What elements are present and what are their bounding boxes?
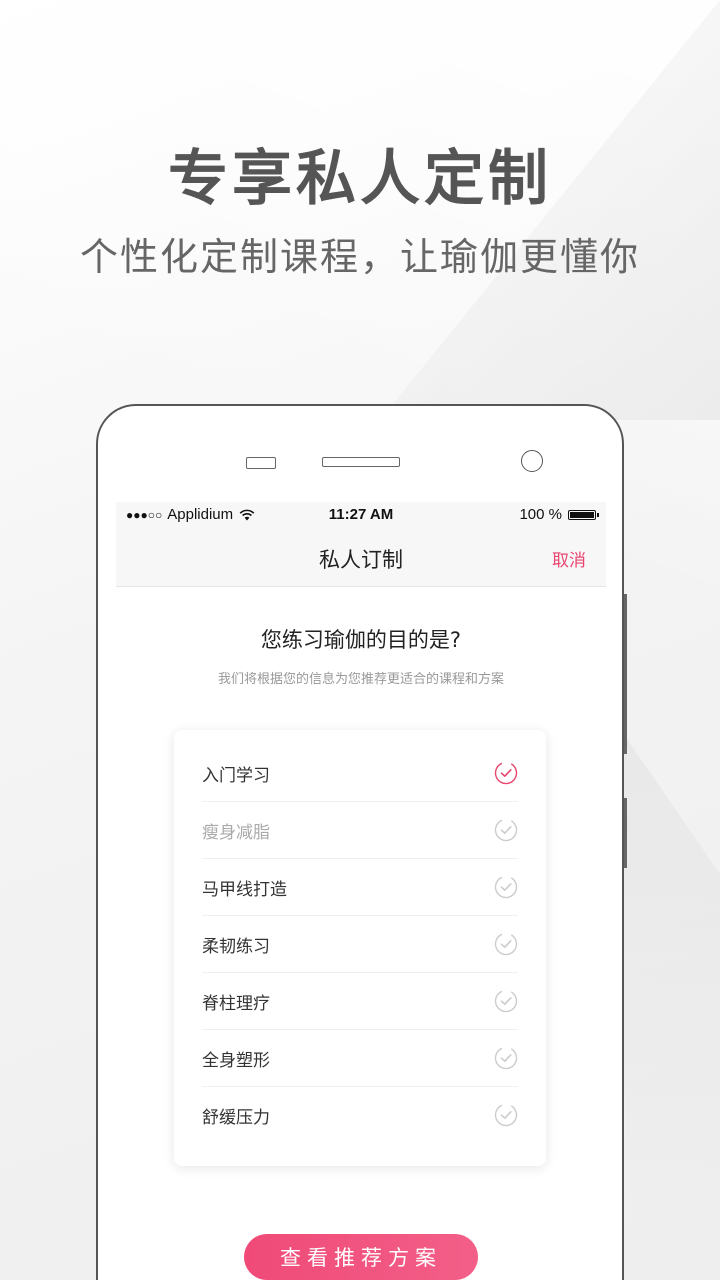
nav-title: 私人订制 [319, 548, 403, 572]
goal-option[interactable]: 瘦身减脂 [202, 801, 518, 859]
status-right: 100 % [519, 506, 599, 523]
promo-subtitle: 个性化定制课程，让瑜伽更懂你 [79, 235, 640, 279]
goal-option-label: 全身塑形 [202, 1051, 270, 1071]
status-bar: ●●●○○ Applidium 11:27 AM 100 % [116, 502, 606, 528]
goal-option[interactable]: 脊柱理疗 [202, 972, 518, 1030]
question-hint: 我们将根据您的信息为您推荐更适合的课程和方案 [217, 672, 504, 687]
phone-camera [521, 450, 543, 472]
battery-icon [568, 509, 599, 520]
phone-top-bezel [98, 406, 622, 502]
view-recommendation-button[interactable]: 查看推荐方案 [244, 1234, 478, 1280]
goal-option[interactable]: 马甲线打造 [202, 858, 518, 916]
check-circle-icon [494, 1046, 518, 1070]
cancel-button[interactable]: 取消 [552, 546, 586, 571]
phone-frame: ●●●○○ Applidium 11:27 AM 100 % 私人订制 取消 您… [96, 404, 627, 1280]
check-circle-icon [494, 818, 518, 842]
check-circle-icon [494, 875, 518, 899]
phone-speaker [322, 457, 400, 467]
check-circle-icon [494, 1103, 518, 1127]
goal-option[interactable]: 全身塑形 [202, 1029, 518, 1087]
goal-option-label: 脊柱理疗 [202, 994, 270, 1014]
goal-option-label: 马甲线打造 [202, 880, 287, 900]
battery-percent: 100 % [519, 506, 562, 523]
app-screen: ●●●○○ Applidium 11:27 AM 100 % 私人订制 取消 您… [116, 502, 606, 1280]
check-circle-icon [494, 989, 518, 1013]
goal-option[interactable]: 柔韧练习 [202, 915, 518, 973]
goal-option-label: 入门学习 [202, 766, 270, 786]
goal-option-label: 柔韧练习 [202, 937, 270, 957]
promo-title: 专享私人定制 [168, 144, 552, 214]
phone-power-button [624, 798, 627, 868]
check-circle-icon [494, 932, 518, 956]
phone-volume-button [624, 594, 627, 754]
goal-options-card: 入门学习 瘦身减脂 马甲线打造 柔韧练习 脊柱理疗 全身塑形 舒缓压力 [174, 730, 546, 1166]
phone-sensor [246, 457, 276, 469]
goal-option[interactable]: 入门学习 [202, 744, 518, 802]
check-circle-icon [494, 761, 518, 785]
goal-option-label: 瘦身减脂 [202, 823, 270, 843]
question-title: 您练习瑜伽的目的是? [260, 628, 462, 652]
goal-option[interactable]: 舒缓压力 [202, 1086, 518, 1143]
nav-bar: 私人订制 取消 [116, 528, 606, 587]
goal-option-label: 舒缓压力 [202, 1108, 270, 1128]
